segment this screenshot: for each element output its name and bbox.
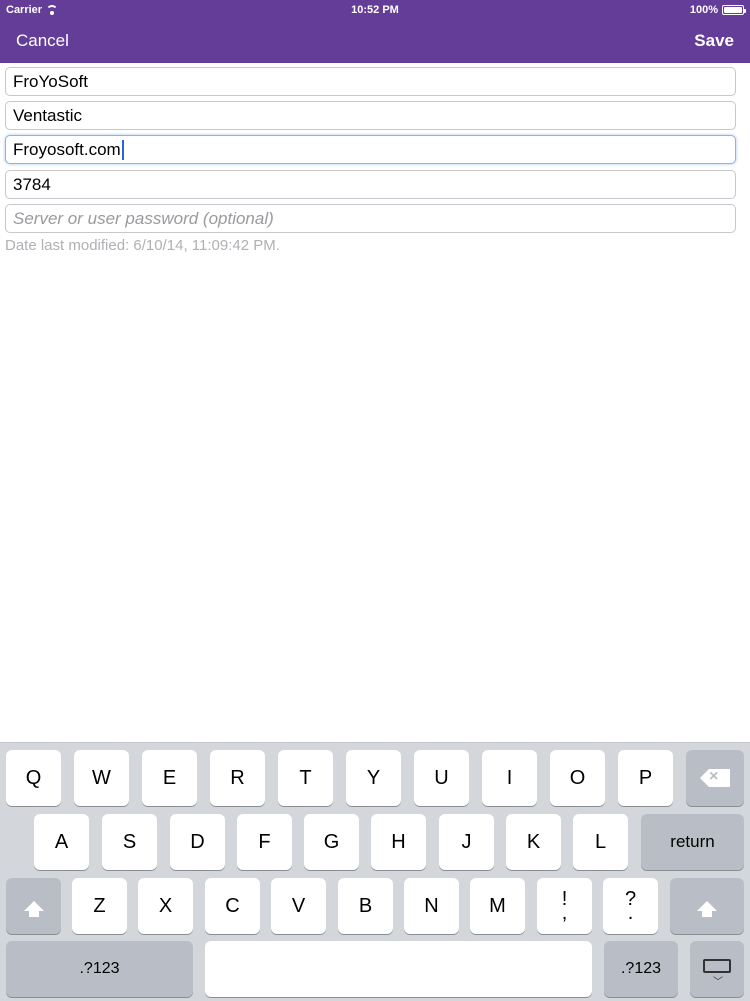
key-l[interactable]: L — [573, 814, 628, 870]
onscreen-keyboard: Q W E R T Y U I O P × A S D F G H J K L … — [0, 742, 750, 1001]
delete-key[interactable]: × — [686, 750, 744, 806]
key-e[interactable]: E — [142, 750, 197, 806]
shift-icon — [23, 901, 44, 917]
delete-icon: × — [700, 769, 730, 787]
key-m[interactable]: M — [470, 878, 525, 934]
navigation-bar: Carrier 10:52 PM 100% Cancel Save — [0, 0, 750, 63]
shift-icon — [697, 901, 717, 917]
key-r[interactable]: R — [210, 750, 265, 806]
numbers-key-right[interactable]: .?123 — [604, 941, 678, 997]
key-question-period[interactable]: ? . — [603, 878, 658, 934]
key-a[interactable]: A — [34, 814, 89, 870]
password-placeholder: Server or user password (optional) — [13, 208, 274, 228]
key-u[interactable]: U — [414, 750, 469, 806]
key-exclamation-comma[interactable]: ! , — [537, 878, 592, 934]
cancel-button[interactable]: Cancel — [16, 31, 69, 51]
key-h[interactable]: H — [371, 814, 426, 870]
key-k[interactable]: K — [506, 814, 561, 870]
key-y[interactable]: Y — [346, 750, 401, 806]
date-last-modified: Date last modified: 6/10/14, 11:09:42 PM… — [5, 237, 280, 254]
key-s[interactable]: S — [102, 814, 157, 870]
space-bar[interactable] — [205, 941, 592, 997]
key-period-bottom: . — [627, 902, 634, 924]
battery-percent: 100% — [689, 4, 718, 16]
server-field[interactable]: Froyosoft.com — [5, 135, 736, 164]
key-b[interactable]: B — [338, 878, 393, 934]
server-field-value: Froyosoft.com — [13, 139, 121, 159]
key-j[interactable]: J — [439, 814, 494, 870]
key-z[interactable]: Z — [72, 878, 127, 934]
key-t[interactable]: T — [278, 750, 333, 806]
port-field[interactable]: 3784 — [5, 170, 736, 199]
save-button[interactable]: Save — [694, 31, 734, 51]
key-d[interactable]: D — [170, 814, 225, 870]
key-f[interactable]: F — [237, 814, 292, 870]
key-c[interactable]: C — [205, 878, 260, 934]
return-key[interactable]: return — [641, 814, 744, 870]
key-o[interactable]: O — [550, 750, 605, 806]
company-field-value: Ventastic — [13, 105, 82, 125]
company-field[interactable]: Ventastic — [5, 101, 736, 130]
key-v[interactable]: V — [271, 878, 326, 934]
port-field-value: 3784 — [13, 174, 51, 194]
hide-keyboard-icon: ﹀ — [703, 959, 731, 988]
key-i[interactable]: I — [482, 750, 537, 806]
shift-key-right[interactable] — [670, 878, 744, 934]
numbers-key-left[interactable]: .?123 — [6, 941, 193, 997]
name-field[interactable]: FroYoSoft — [5, 67, 736, 96]
name-field-value: FroYoSoft — [13, 71, 88, 91]
key-x[interactable]: X — [138, 878, 193, 934]
password-field[interactable]: Server or user password (optional) — [5, 204, 736, 233]
battery-icon — [722, 5, 746, 15]
key-n[interactable]: N — [404, 878, 459, 934]
key-comma-bottom: , — [561, 902, 568, 924]
key-p[interactable]: P — [618, 750, 673, 806]
text-cursor — [121, 139, 124, 160]
key-g[interactable]: G — [304, 814, 359, 870]
status-bar: Carrier 10:52 PM 100% — [0, 0, 750, 22]
key-q[interactable]: Q — [6, 750, 61, 806]
clock: 10:52 PM — [351, 4, 399, 16]
shift-key-left[interactable] — [6, 878, 61, 934]
hide-keyboard-key[interactable]: ﹀ — [690, 941, 744, 997]
key-w[interactable]: W — [74, 750, 129, 806]
